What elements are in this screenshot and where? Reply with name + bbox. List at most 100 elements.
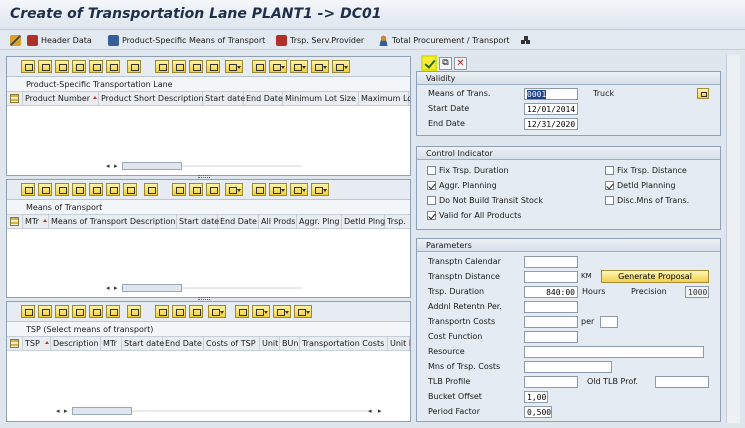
col-costs-of-tsp[interactable]: Costs of TSP [204,337,260,350]
per-field[interactable] [600,316,618,328]
filter-button[interactable] [189,183,203,196]
end-date-field[interactable]: 12/31/2020 [524,118,578,130]
print-button[interactable] [252,183,266,196]
means-detail-button[interactable] [697,88,709,99]
export-dropdown[interactable] [290,183,308,196]
insert-button[interactable] [89,183,103,196]
col-maximum-lot[interactable]: Maximum Lo [359,92,410,105]
costs-field[interactable] [524,316,578,328]
col-means-description[interactable]: Means of Transport Description [49,215,177,228]
sort-asc-button[interactable] [155,60,169,73]
retention-field[interactable] [524,301,578,313]
splitter-handle[interactable] [198,175,210,178]
filter-dropdown[interactable] [225,183,243,196]
col-tsp[interactable]: TSP [23,337,51,350]
col-bun[interactable]: BUn [280,337,300,350]
scroll-left-end-icon[interactable]: ◂ [368,407,372,415]
col-mtr[interactable]: MTr [23,215,49,228]
delete-button[interactable] [38,305,52,318]
binoculars-button[interactable] [189,305,203,318]
filter-dropdown[interactable] [225,60,243,73]
col-unit-f[interactable]: Unit F [388,337,410,350]
refresh-button[interactable] [144,183,158,196]
scroll-thumb[interactable] [122,284,182,292]
views-dropdown[interactable] [269,60,287,73]
delete-button[interactable] [38,183,52,196]
trsp-serv-provider-button[interactable]: Trsp. Serv.Provider [276,33,364,47]
binoculars-button[interactable] [206,60,220,73]
scroll-left-icon[interactable]: ◂ [106,284,110,292]
scroll-left-icon[interactable]: ◂ [56,407,60,415]
cost-function-field[interactable] [524,331,578,343]
select-all-icon[interactable] [7,337,23,350]
layout-dropdown[interactable] [311,183,329,196]
col-start-date[interactable]: Start date [203,92,245,105]
disc-mns-checkbox[interactable] [605,196,614,205]
filter-dropdown[interactable] [208,305,226,318]
new-button[interactable] [72,305,86,318]
generate-proposal-button[interactable]: Generate Proposal [601,270,709,283]
col-start-date[interactable]: Start date [122,337,164,350]
scroll-right-icon[interactable]: ▸ [64,407,68,415]
fix-trsp-duration-checkbox[interactable] [427,166,436,175]
detail-button[interactable] [21,60,35,73]
find-button[interactable] [55,60,69,73]
filter-button[interactable] [172,305,186,318]
detail-button[interactable] [21,183,35,196]
views-dropdown[interactable] [269,183,287,196]
col-end-date[interactable]: End Date [244,92,283,105]
col-end-date[interactable]: End Date [218,215,259,228]
precision-field[interactable]: 1000 [685,286,709,298]
valid-all-checkbox[interactable] [427,211,436,220]
scroll-right-end-icon[interactable]: ▸ [378,407,382,415]
horizontal-scrollbar[interactable]: ◂ ▸ [102,283,307,293]
copy-button[interactable]: ⧉ [439,57,452,70]
col-mtr[interactable]: MTr [101,337,122,350]
fix-trsp-distance-checkbox[interactable] [605,166,614,175]
filter-button[interactable] [172,60,186,73]
product-specific-button[interactable]: Product-Specific Means of Transport [108,33,265,47]
find-button[interactable] [55,183,69,196]
col-aggr-plng[interactable]: Aggr. Plng [297,215,342,228]
cancel-button[interactable]: ✕ [454,57,467,70]
col-description[interactable]: Description [51,337,101,350]
confirm-button[interactable] [421,55,437,71]
views-dropdown[interactable] [252,305,270,318]
total-procurement-button[interactable]: Total Procurement / Transport [378,33,510,47]
mns-costs-field[interactable] [524,361,612,373]
refresh-button[interactable] [127,305,141,318]
truck-button[interactable] [106,183,120,196]
means-of-trans-field[interactable]: 0001 [524,88,578,100]
binoculars-button[interactable] [206,183,220,196]
period-field[interactable]: 0,500 [524,406,552,418]
scroll-thumb[interactable] [72,407,132,415]
select-all-icon[interactable] [7,215,23,228]
sort-asc-button[interactable] [172,183,186,196]
export-dropdown[interactable] [273,305,291,318]
scroll-right-icon[interactable]: ▸ [114,284,118,292]
col-trsp[interactable]: Trsp. [385,215,410,228]
delete-button[interactable] [38,60,52,73]
details-button[interactable] [106,305,120,318]
insert-button[interactable] [89,305,103,318]
distance-field[interactable] [524,271,578,283]
scroll-right-icon[interactable]: ▸ [114,162,118,170]
select-all-icon[interactable] [7,92,23,105]
col-start-date[interactable]: Start date [177,215,219,228]
start-date-field[interactable]: 12/01/2014 [524,103,578,115]
col-all-prods[interactable]: All Prods [259,215,297,228]
col-product-number[interactable]: Product Number [23,92,99,105]
col-product-short-description[interactable]: Product Short Description [99,92,204,105]
do-not-build-checkbox[interactable] [427,196,436,205]
details-button[interactable] [123,183,137,196]
vertical-scrollbar[interactable] [726,55,740,423]
detail-button[interactable] [21,305,35,318]
col-transportation-costs[interactable]: Transportation Costs [300,337,388,350]
print-button[interactable] [235,305,249,318]
horizontal-scrollbar[interactable]: ◂ ▸ [102,161,307,171]
bucket-field[interactable]: 1,00 [524,391,548,403]
print-button[interactable] [252,60,266,73]
insert-button[interactable] [89,60,103,73]
col-minimum-lot-size[interactable]: Minimum Lot Size [283,92,359,105]
detld-planning-checkbox[interactable] [605,181,614,190]
